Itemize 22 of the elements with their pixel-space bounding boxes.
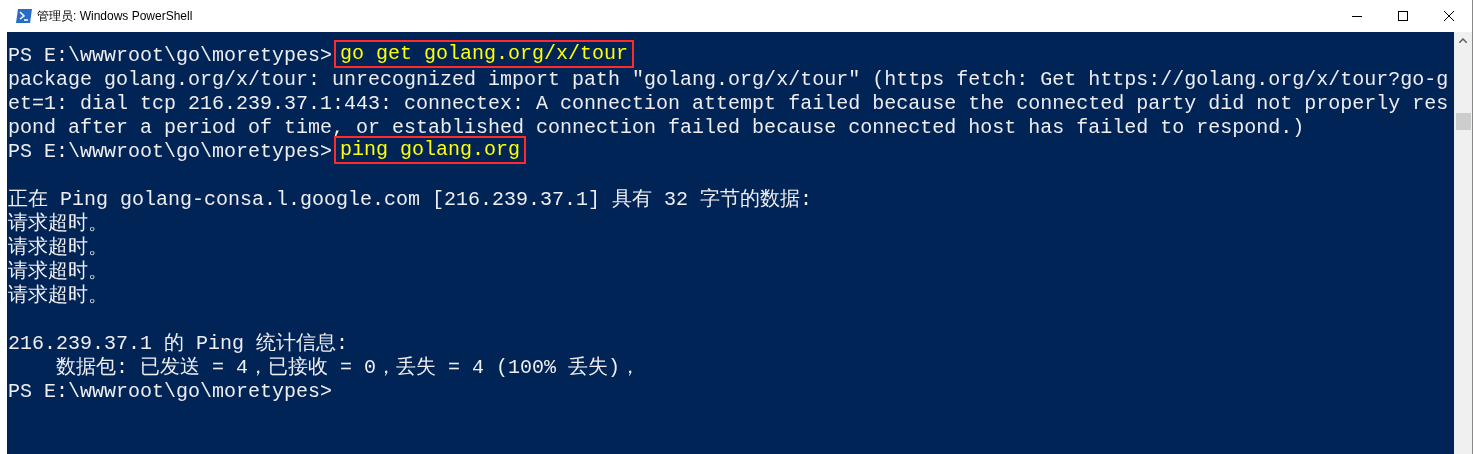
output-line: 请求超时。 (8, 236, 108, 260)
command-text: go get golang.org/x/tour (334, 40, 635, 68)
minimize-icon[interactable] (1352, 15, 1362, 17)
maximize-icon[interactable] (1398, 11, 1408, 21)
prompt-text: PS E:\wwwroot\go\moretypes> (8, 380, 333, 404)
prompt-text: PS E:\wwwroot\go\moretypes> (8, 140, 333, 164)
output-line: 请求超时。 (8, 284, 108, 308)
output-line: 请求超时。 (8, 212, 108, 236)
output-line: 数据包: 已发送 = 4，已接收 = 0，丢失 = 4 (100% 丢失)， (55, 356, 641, 380)
scroll-up-icon[interactable] (1459, 38, 1467, 43)
powershell-icon (16, 9, 32, 23)
output-line: et=1: dial tcp 216.239.37.1:443: connectex: A connection attempt failed because the connected party did not properly res (8, 92, 1449, 116)
output-line: 请求超时。 (8, 260, 108, 284)
window-title: 管理员: Windows PowerShell (37, 8, 193, 25)
output-line: 216.239.37.1 的 Ping 统计信息: (8, 332, 349, 356)
scrollbar-thumb[interactable] (1455, 113, 1471, 130)
prompt-text: PS E:\wwwroot\go\moretypes> (8, 44, 333, 68)
command-text: ping golang.org (334, 136, 527, 164)
scrollbar[interactable] (1454, 32, 1472, 454)
output-line: package golang.org/x/tour: unrecognized import path "golang.org/x/tour" (https fetch: Get https://golang.org/x/tour?go-g (8, 68, 1449, 92)
output-line: 正在 Ping golang-consa.l.google.com [216.239.37.1] 具有 32 字节的数据: (8, 188, 813, 212)
close-icon[interactable] (1444, 11, 1454, 21)
